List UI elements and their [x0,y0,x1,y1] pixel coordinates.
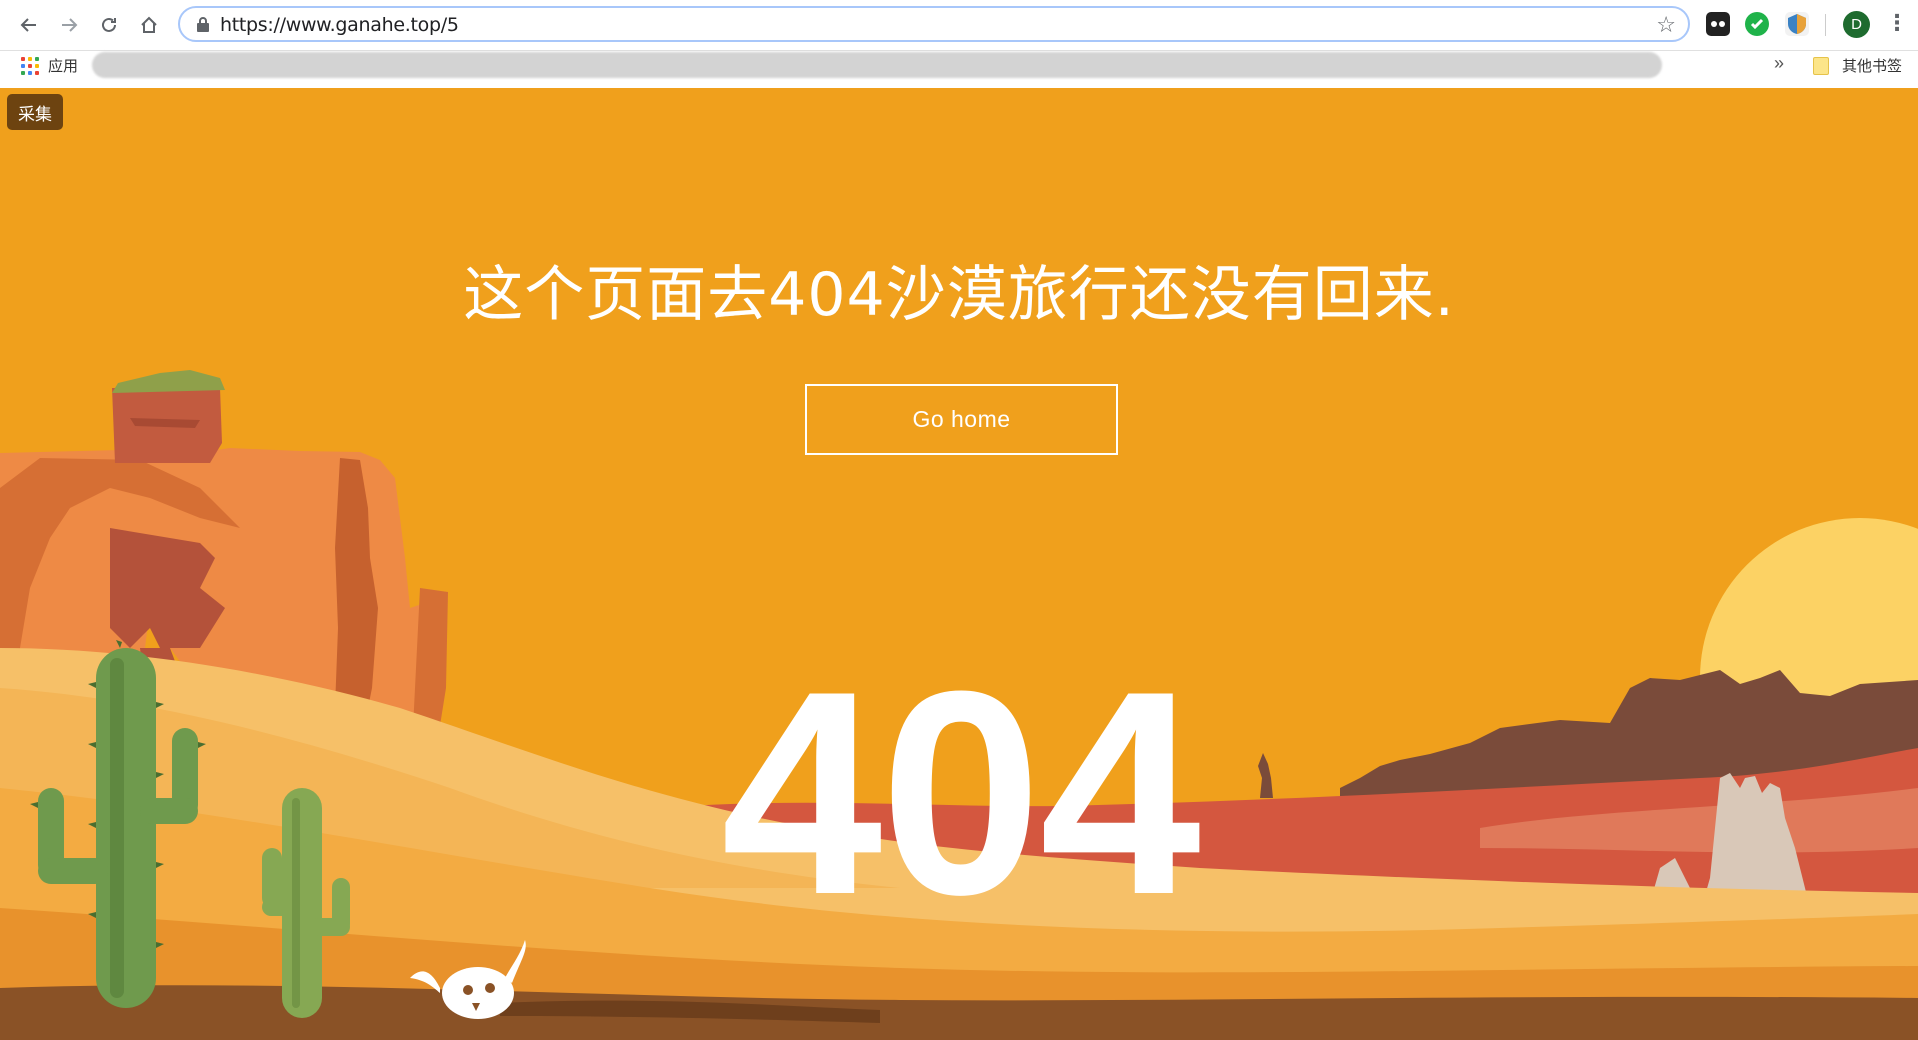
collect-button[interactable]: 采集 [7,94,63,130]
menu-dots-icon[interactable]: ⋮ [1886,10,1908,36]
apps-label[interactable]: 应用 [48,55,78,76]
url-text[interactable]: https://www.ganahe.top/5 [220,14,459,36]
apps-grid-icon[interactable] [21,57,39,75]
profile-avatar[interactable]: D [1843,11,1870,38]
moss [112,370,225,393]
browser-toolbar: https://www.ganahe.top/5 ☆ D ⋮ [0,0,1918,51]
extension-ghost-icon[interactable] [1706,12,1730,36]
home-icon[interactable] [136,12,162,38]
blurred-bookmarks [92,52,1662,78]
bookmarks-overflow-icon[interactable]: » [1774,53,1784,74]
bookmark-star-icon[interactable]: ☆ [1656,12,1676,38]
toolbar-divider [1825,14,1826,36]
other-bookmarks[interactable]: 其他书签 [1842,55,1902,76]
folder-icon [1813,57,1829,75]
extension-shield-icon[interactable] [1785,12,1809,36]
error-code-404: 404 [721,631,1201,955]
page-viewport: 采集 这个页面去404沙漠旅行还没有回来. Go home 404 [0,88,1918,1040]
lock-icon [197,17,209,32]
rock-spire [1258,753,1273,798]
extension-check-icon[interactable] [1745,12,1769,36]
page-headline: 这个页面去404沙漠旅行还没有回来. [463,260,1455,330]
forward-arrow-icon[interactable] [56,12,82,38]
reload-icon[interactable] [96,12,122,38]
back-arrow-icon[interactable] [16,12,42,38]
go-home-button[interactable]: Go home [805,384,1118,455]
address-bar[interactable]: https://www.ganahe.top/5 ☆ [178,6,1690,42]
